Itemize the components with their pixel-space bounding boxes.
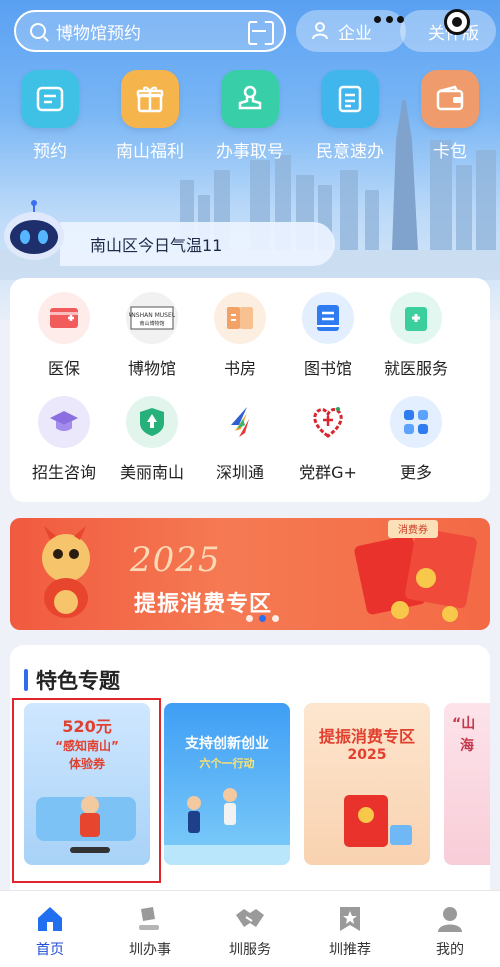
- top-bar: 博物馆预约 企业 关怀版: [14, 10, 496, 52]
- section-title: 特色专题: [24, 665, 120, 695]
- museum-logo-text-cn: 南山博物馆: [139, 320, 164, 327]
- robot-assistant-icon[interactable]: [2, 200, 66, 262]
- page-dot[interactable]: [272, 615, 279, 622]
- more-options-icon[interactable]: [374, 16, 404, 24]
- runners-illustration: [164, 788, 290, 865]
- featured-card-consumption[interactable]: 提振消费专区 2025: [304, 703, 430, 865]
- coupon-label: 消费券: [398, 523, 428, 536]
- search-placeholder: 博物馆预约: [56, 23, 141, 44]
- card-subtitle: 海: [460, 738, 474, 754]
- quick-action-public-opinion[interactable]: 民意速办: [300, 70, 400, 162]
- calendar-icon: [21, 70, 79, 128]
- museum-logo-text: NANSHAN MUSEUM: [129, 312, 175, 319]
- wallet-icon: [421, 70, 479, 128]
- page-dot-active[interactable]: [259, 615, 266, 622]
- service-label: 医保: [47, 359, 80, 378]
- party-emblem-icon: [302, 396, 354, 448]
- tab-recommend[interactable]: 圳推荐: [300, 891, 400, 967]
- search-bar[interactable]: 博物馆预约: [14, 10, 286, 52]
- search-icon: [30, 23, 46, 39]
- service-label: 更多: [399, 463, 432, 482]
- home-icon: [38, 907, 62, 931]
- quick-action-label: 预约: [33, 142, 67, 162]
- quick-action-label: 南山福利: [116, 142, 184, 162]
- quick-action-label: 民意速办: [316, 142, 384, 162]
- service-label: 党群G+: [299, 463, 357, 482]
- graduation-cap-icon: [38, 396, 90, 448]
- banner-year: 2025: [130, 540, 221, 580]
- bottom-tab-bar: 首页 圳办事 圳服务 圳推荐 我的: [0, 890, 500, 967]
- tab-label: 圳推荐: [329, 942, 371, 958]
- document-icon: [321, 70, 379, 128]
- quick-action-booking[interactable]: 预约: [0, 70, 100, 162]
- quick-action-label: 办事取号: [216, 142, 284, 162]
- tab-label: 圳服务: [229, 942, 271, 958]
- service-more[interactable]: 更多: [372, 396, 460, 500]
- weather-bar[interactable]: 南山区今日气温11: [60, 222, 335, 266]
- grid-more-icon: [390, 396, 442, 448]
- shenzhen-tong-icon: [214, 396, 266, 448]
- handshake-icon: [236, 909, 264, 927]
- weather-text: 南山区今日气温11: [90, 236, 223, 255]
- card-subtitle: 2025: [347, 747, 387, 763]
- user-briefcase-icon: [312, 22, 328, 40]
- quick-actions: 预约 南山福利 办事取号 民意速办 卡包: [0, 70, 500, 162]
- featured-card-partial[interactable]: “山 海: [444, 703, 490, 865]
- quick-action-label: 卡包: [433, 142, 467, 162]
- service-label: 书房: [223, 359, 256, 378]
- tab-label: 圳办事: [129, 942, 171, 958]
- service-label: 图书馆: [303, 359, 352, 378]
- featured-card-entrepreneurship[interactable]: 支持创新创业 六个一行动: [164, 703, 290, 865]
- service-label: 就医服务: [383, 359, 448, 378]
- banner-pagination: [246, 615, 279, 622]
- service-label: 深圳通: [215, 463, 264, 482]
- service-study-room[interactable]: 书房: [196, 292, 284, 396]
- star-bookmark-icon: [340, 907, 360, 931]
- medical-card-icon: [38, 292, 90, 344]
- close-capsule-icon[interactable]: [444, 9, 470, 35]
- tab-label: 首页: [36, 942, 64, 958]
- service-label: 美丽南山: [119, 463, 184, 482]
- card-title: 支持创新创业: [185, 736, 269, 752]
- service-enrollment[interactable]: 招生咨询: [20, 396, 108, 500]
- gavel-icon: [139, 907, 159, 930]
- card-subtitle: 六个一行动: [199, 757, 255, 770]
- selection-highlight: [12, 698, 161, 883]
- service-hospital[interactable]: 就医服务: [372, 292, 460, 396]
- tab-mine[interactable]: 我的: [400, 891, 500, 967]
- service-label: 招生咨询: [31, 463, 96, 482]
- quick-action-ticket[interactable]: 办事取号: [200, 70, 300, 162]
- tab-affairs[interactable]: 圳办事: [100, 891, 200, 967]
- card-title: “山: [452, 716, 476, 732]
- quick-action-welfare[interactable]: 南山福利: [100, 70, 200, 162]
- park-badge-icon: [126, 396, 178, 448]
- tab-label: 我的: [436, 942, 464, 958]
- service-party-g-plus[interactable]: 党群G+: [284, 396, 372, 500]
- service-museum[interactable]: NANSHAN MUSEUM南山博物馆 博物馆: [108, 292, 196, 396]
- card-title: 提振消费专区: [318, 727, 415, 746]
- red-envelope-illustration: [344, 795, 412, 847]
- museum-icon: NANSHAN MUSEUM南山博物馆: [126, 292, 178, 344]
- library-icon: [302, 292, 354, 344]
- quick-action-wallet[interactable]: 卡包: [400, 70, 500, 162]
- book-icon: [214, 292, 266, 344]
- service-library[interactable]: 图书馆: [284, 292, 372, 396]
- consumption-banner[interactable]: 2025 提振消费专区 消费券: [10, 518, 490, 630]
- banner-title: 提振消费专区: [134, 592, 273, 617]
- gift-icon: [121, 70, 179, 128]
- hospital-icon: [390, 292, 442, 344]
- stamp-icon: [221, 70, 279, 128]
- service-medical-insurance[interactable]: 医保: [20, 292, 108, 396]
- user-icon: [438, 907, 462, 932]
- scan-icon[interactable]: [248, 21, 270, 41]
- services-card: 医保 NANSHAN MUSEUM南山博物馆 博物馆 书房 图书馆 就医服务: [10, 278, 490, 502]
- page-dot[interactable]: [246, 615, 253, 622]
- dragon-mascot-icon: [42, 526, 90, 618]
- service-shenzhen-tong[interactable]: 深圳通: [196, 396, 284, 500]
- tab-services[interactable]: 圳服务: [200, 891, 300, 967]
- service-beautiful-nanshan[interactable]: 美丽南山: [108, 396, 196, 500]
- red-envelope-coupons-illustration: 消费券: [354, 520, 477, 622]
- service-label: 博物馆: [127, 359, 176, 378]
- tab-home[interactable]: 首页: [0, 891, 100, 967]
